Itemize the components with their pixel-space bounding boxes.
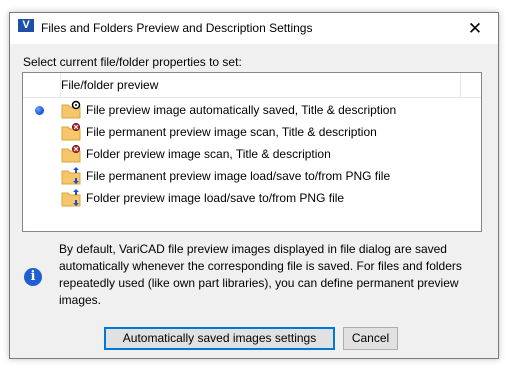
list-item-label: File preview image automatically saved, …	[86, 103, 397, 117]
list-item-label: Folder preview image scan, Title & descr…	[86, 147, 331, 161]
selected-bullet-icon	[35, 106, 44, 115]
folder-scan-icon	[61, 144, 81, 164]
folder-scan-icon	[61, 122, 81, 142]
dialog-window: V Files and Folders Preview and Descript…	[9, 12, 499, 359]
list-item-label: File permanent preview image load/save t…	[86, 169, 391, 183]
info-icon: i	[24, 268, 42, 286]
list-item[interactable]: File permanent preview image scan, Title…	[23, 121, 481, 143]
folder-load-save-icon	[61, 188, 81, 208]
list-item[interactable]: Folder preview image load/save to/from P…	[23, 187, 481, 209]
automatically-saved-images-settings-button[interactable]: Automatically saved images settings	[104, 327, 335, 350]
folder-load-save-icon	[61, 166, 81, 186]
properties-list: File/folder preview File preview image a…	[22, 72, 482, 232]
list-item[interactable]: File permanent preview image load/save t…	[23, 165, 481, 187]
prompt-label: Select current file/folder properties to…	[23, 55, 242, 69]
info-text: By default, VariCAD file preview images …	[59, 242, 462, 307]
header-selection-column[interactable]	[23, 73, 61, 97]
header-separator	[460, 73, 461, 97]
list-header: File/folder preview	[23, 73, 481, 98]
list-item[interactable]: File preview image automatically saved, …	[23, 99, 481, 121]
varicad-app-icon: V	[18, 19, 34, 35]
header-file-folder-preview[interactable]: File/folder preview	[61, 78, 158, 92]
folder-gear-icon	[61, 100, 81, 120]
cancel-button[interactable]: Cancel	[343, 327, 398, 350]
window-title: Files and Folders Preview and Descriptio…	[41, 21, 313, 35]
list-item-label: Folder preview image load/save to/from P…	[86, 191, 345, 205]
list-item[interactable]: Folder preview image scan, Title & descr…	[23, 143, 481, 165]
close-button[interactable]: ✕	[452, 13, 498, 44]
title-bar: V Files and Folders Preview and Descript…	[10, 13, 498, 44]
list-item-label: File permanent preview image scan, Title…	[86, 125, 377, 139]
